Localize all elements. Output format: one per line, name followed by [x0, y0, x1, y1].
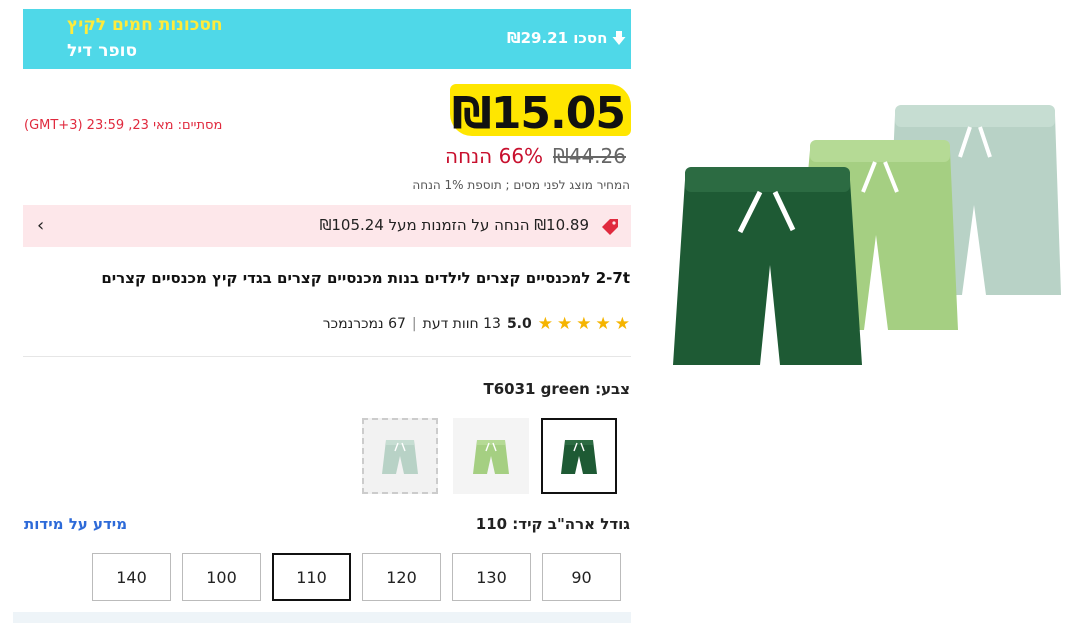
tax-note: המחיר מוצג לפני מסים ; תוספת 1% הנחה: [412, 178, 630, 192]
deal-title: חסכונות חמים לקיץ: [67, 15, 223, 35]
star-icon: ★: [576, 314, 592, 334]
bottom-bar: [13, 612, 631, 623]
current-price: ₪15.05: [452, 88, 626, 139]
rating-row: ★ ★ ★ ★ ★ 5.0 13 חוות דעת | 67 נמכרנמכר: [323, 314, 630, 334]
color-swatch-green[interactable]: [541, 418, 617, 494]
color-swatch-light-green[interactable]: [453, 418, 529, 494]
product-panel: ₪29.21 חסכו חסכונות חמים לקיץ סופר דיל ₪…: [0, 0, 640, 623]
size-option[interactable]: 100: [182, 553, 261, 601]
rating-score: 5.0: [506, 316, 532, 332]
deal-subtitle: סופר דיל: [67, 41, 138, 61]
product-image[interactable]: [665, 95, 1075, 380]
coupon-bar[interactable]: ₪10.89 הנחה על הזמנות מעל ₪105.24 ›: [23, 205, 631, 247]
star-icon: ★: [537, 314, 553, 334]
separator: |: [411, 316, 417, 332]
discount-percent: 66% הנחה: [445, 144, 544, 168]
size-option[interactable]: 130: [452, 553, 531, 601]
star-icon: ★: [614, 314, 630, 334]
chevron-right-icon[interactable]: ›: [37, 215, 44, 236]
size-option-selected[interactable]: 110: [272, 553, 351, 601]
sold-count: 67 נמכרנמכר: [322, 316, 406, 332]
savings-badge: ₪29.21 חסכו: [507, 29, 627, 47]
original-price: ₪44.26: [553, 144, 626, 168]
shorts-thumbnail: [561, 440, 597, 474]
divider: [23, 356, 631, 357]
price-comparison: ₪44.26 66% הנחה: [445, 144, 626, 168]
deal-end-time: (GMT+3) 23:59 ,23 מסתיים: מאי: [24, 118, 223, 133]
size-option[interactable]: 90: [542, 553, 621, 601]
super-deal-banner: ₪29.21 חסכו חסכונות חמים לקיץ סופר דיל: [23, 9, 631, 69]
tag-icon: [602, 219, 618, 235]
shorts-green: [673, 167, 862, 365]
size-label: גודל ארה"ב קיד: 110: [475, 515, 630, 533]
shorts-thumbnail: [473, 440, 509, 474]
color-label: צבע: T6031 green: [483, 380, 630, 398]
product-title: 2-7t למכנסיים קצרים לילדים בנות מכנסיים …: [101, 269, 630, 287]
review-count[interactable]: 13 חוות דעת: [423, 316, 501, 332]
size-option[interactable]: 140: [92, 553, 171, 601]
price-highlight: ₪15.05: [450, 84, 631, 139]
star-icon: ★: [557, 314, 573, 334]
coupon-text: ₪10.89 הנחה על הזמנות מעל ₪105.24: [319, 216, 589, 234]
size-guide-link[interactable]: מידע על מידות: [24, 515, 127, 533]
savings-amount: ₪29.21 חסכו: [507, 29, 608, 47]
shorts-thumbnail: [382, 440, 418, 474]
size-option[interactable]: 120: [362, 553, 441, 601]
rating-stars: ★ ★ ★ ★ ★: [538, 314, 630, 334]
star-icon: ★: [595, 314, 611, 334]
color-swatch-mint[interactable]: [362, 418, 438, 494]
down-arrow-icon: [612, 31, 626, 45]
